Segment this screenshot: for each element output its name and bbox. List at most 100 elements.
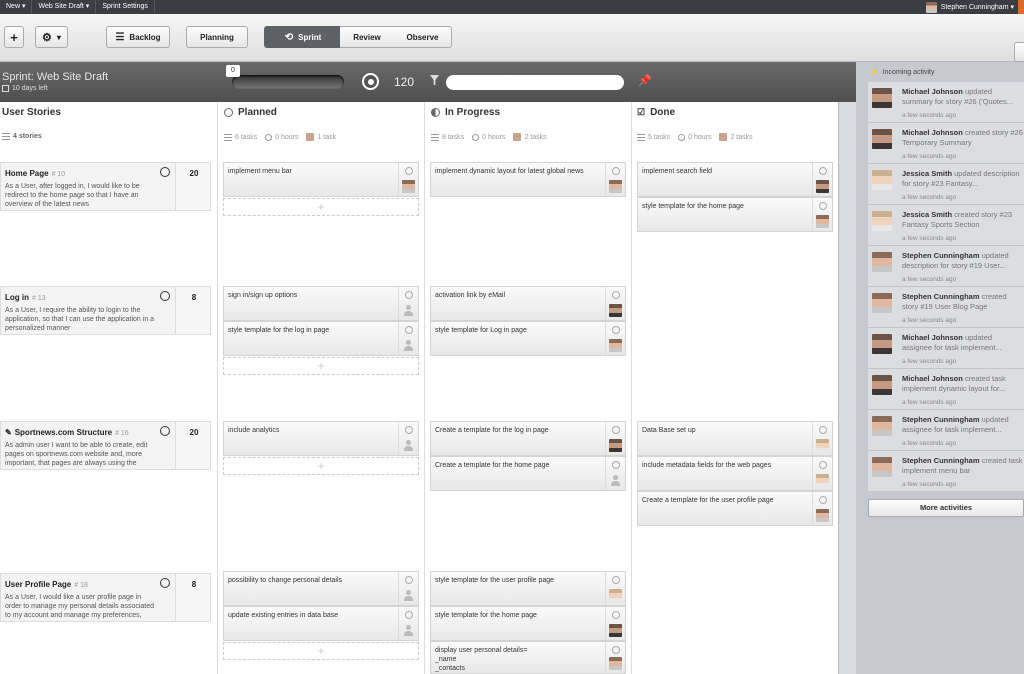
- unassigned-user-icon[interactable]: [402, 624, 415, 637]
- clock-icon[interactable]: [612, 291, 620, 299]
- assignee-avatar[interactable]: [816, 474, 829, 487]
- story-card[interactable]: Home Page # 10 As a User, after logged in…: [0, 162, 211, 211]
- assignee-avatar[interactable]: [609, 339, 622, 352]
- assignee-avatar[interactable]: [816, 215, 829, 228]
- task-card[interactable]: sign in/sign up options: [223, 286, 419, 321]
- user-avatar: [872, 457, 892, 477]
- menu-project[interactable]: Web Site Draft ▾: [32, 0, 97, 14]
- unassigned-user-icon[interactable]: [402, 589, 415, 602]
- story-status-icon[interactable]: [160, 426, 170, 436]
- clock-icon[interactable]: [405, 426, 413, 434]
- activity-item[interactable]: Michael Johnson updated assignee for tas…: [868, 328, 1024, 369]
- task-card[interactable]: implement search field: [637, 162, 833, 197]
- task-card[interactable]: implement dynamic layout for latest glob…: [430, 162, 626, 197]
- settings-button[interactable]: ⚙ ▾: [35, 26, 68, 48]
- activity-item[interactable]: Stephen Cunningham updated assignee for …: [868, 410, 1024, 451]
- story-card[interactable]: ✎ Sportnews.com Structure # 16 As admin us…: [0, 421, 211, 470]
- user-menu[interactable]: Stephen Cunningham ▾: [925, 0, 1014, 14]
- task-card[interactable]: style template for the user profile page: [430, 571, 626, 606]
- stage-sprint[interactable]: ⟲ Sprint: [264, 26, 342, 48]
- assignee-avatar[interactable]: [816, 509, 829, 522]
- task-card[interactable]: Create a template for the user profile p…: [637, 491, 833, 526]
- sprint-progress-knob[interactable]: 0: [226, 65, 240, 77]
- activity-item[interactable]: Stephen Cunningham created task implemen…: [868, 451, 1024, 492]
- assignee-avatar[interactable]: [609, 657, 622, 670]
- assignee-avatar[interactable]: [816, 439, 829, 452]
- task-card[interactable]: style template for the log in page: [223, 321, 419, 356]
- story-status-icon[interactable]: [160, 291, 170, 301]
- clock-icon[interactable]: [819, 426, 827, 434]
- unassigned-user-icon[interactable]: [609, 474, 622, 487]
- stage-review[interactable]: Review: [340, 26, 394, 48]
- add-task-dropzone[interactable]: [223, 198, 419, 216]
- activity-item[interactable]: Jessica Smith updated description for st…: [868, 164, 1024, 205]
- story-status-icon[interactable]: [160, 578, 170, 588]
- add-button[interactable]: +: [4, 26, 24, 48]
- add-task-dropzone[interactable]: [223, 357, 419, 375]
- activity-item[interactable]: Michael Johnson created story #26 Tempor…: [868, 123, 1024, 164]
- more-activities-button[interactable]: More activities: [868, 499, 1024, 517]
- task-card[interactable]: style template for Log in page: [430, 321, 626, 356]
- clock-icon[interactable]: [405, 167, 413, 175]
- clock-icon[interactable]: [819, 496, 827, 504]
- clock-icon[interactable]: [405, 291, 413, 299]
- add-task-dropzone[interactable]: [223, 642, 419, 660]
- clock-icon[interactable]: [405, 326, 413, 334]
- target-icon[interactable]: [362, 73, 379, 90]
- activity-item[interactable]: Michael Johnson updated summary for stor…: [868, 82, 1024, 123]
- clock-icon[interactable]: [819, 202, 827, 210]
- task-card[interactable]: include metadata fields for the web page…: [637, 456, 833, 491]
- task-card[interactable]: Create a template for the log in page: [430, 421, 626, 456]
- filter-input[interactable]: [446, 75, 624, 90]
- story-card[interactable]: Log in # 13 As a User, I require the abil…: [0, 286, 211, 335]
- activity-item[interactable]: Stephen Cunningham created story #19 Use…: [868, 287, 1024, 328]
- menu-new[interactable]: New ▾: [0, 0, 33, 14]
- clock-icon[interactable]: [612, 326, 620, 334]
- clock-icon[interactable]: [612, 611, 620, 619]
- assignee-avatar[interactable]: [816, 180, 829, 193]
- planning-button[interactable]: Planning: [186, 26, 248, 48]
- assignee-avatar[interactable]: [609, 624, 622, 637]
- assignee-avatar[interactable]: [402, 180, 415, 193]
- task-card[interactable]: implement menu bar: [223, 162, 419, 197]
- done-hours: 0 hours: [688, 133, 712, 141]
- activity-item[interactable]: Michael Johnson created task implement d…: [868, 369, 1024, 410]
- assignee-avatar[interactable]: [609, 180, 622, 193]
- clock-icon[interactable]: [612, 576, 620, 584]
- unassigned-user-icon[interactable]: [402, 439, 415, 452]
- activity-item[interactable]: Stephen Cunningham updated description f…: [868, 246, 1024, 287]
- clock-icon[interactable]: [612, 461, 620, 469]
- menu-sprint-settings[interactable]: Sprint Settings: [96, 0, 155, 14]
- assignee-avatar[interactable]: [609, 304, 622, 317]
- clock-icon[interactable]: [612, 426, 620, 434]
- clock-icon[interactable]: [405, 611, 413, 619]
- story-status-icon[interactable]: [160, 167, 170, 177]
- clock-icon[interactable]: [612, 167, 620, 175]
- stage-observe[interactable]: Observe: [394, 26, 452, 48]
- clock-icon[interactable]: [612, 646, 620, 654]
- task-card[interactable]: Create a template for the home page: [430, 456, 626, 491]
- task-card[interactable]: display user personal details= _name _co…: [430, 641, 626, 674]
- story-card[interactable]: User Profile Page # 18 As a User, I would…: [0, 573, 211, 622]
- task-card[interactable]: style template for the home page: [430, 606, 626, 641]
- clock-icon[interactable]: [819, 461, 827, 469]
- assignee-avatar[interactable]: [609, 589, 622, 602]
- unassigned-user-icon[interactable]: [402, 304, 415, 317]
- task-card[interactable]: activation link by eMail: [430, 286, 626, 321]
- clock-icon[interactable]: [405, 576, 413, 584]
- clock-icon[interactable]: [819, 167, 827, 175]
- user-avatar: [872, 293, 892, 313]
- assignee-avatar[interactable]: [609, 439, 622, 452]
- task-card[interactable]: Data Base set up: [637, 421, 833, 456]
- add-task-dropzone[interactable]: [223, 457, 419, 475]
- task-card[interactable]: possibility to change personal details: [223, 571, 419, 606]
- backlog-button[interactable]: ☰ Backlog: [106, 26, 170, 48]
- task-card[interactable]: update existing entries in data base: [223, 606, 419, 641]
- task-card[interactable]: include analytics: [223, 421, 419, 456]
- task-card[interactable]: style template for the home page: [637, 197, 833, 232]
- pin-icon[interactable]: 📌: [638, 74, 652, 87]
- unassigned-user-icon[interactable]: [402, 339, 415, 352]
- search-button[interactable]: [1014, 42, 1024, 62]
- activity-item[interactable]: Jessica Smith created story #23 Fantasy …: [868, 205, 1024, 246]
- sprint-progress-track[interactable]: [232, 75, 344, 89]
